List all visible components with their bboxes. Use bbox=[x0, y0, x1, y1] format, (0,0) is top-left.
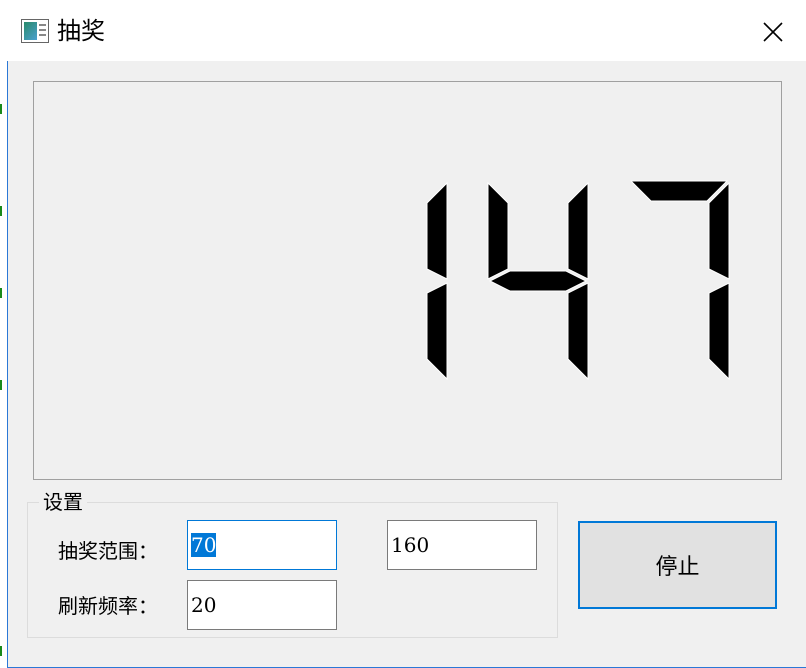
lcd-digit-2 bbox=[487, 181, 589, 381]
close-icon bbox=[763, 22, 783, 42]
refresh-label: 刷新频率： bbox=[58, 594, 158, 618]
background-window-edge bbox=[0, 0, 7, 668]
window-title: 抽奖 bbox=[57, 17, 105, 45]
lcd-digit-3 bbox=[629, 180, 730, 381]
app-window-icon bbox=[21, 19, 49, 43]
range-max-input[interactable]: 160 bbox=[387, 520, 537, 570]
close-button[interactable] bbox=[753, 14, 793, 50]
lcd-segment-b bbox=[708, 181, 730, 280]
range-label: 抽奖范围： bbox=[58, 539, 158, 563]
lcd-digit-1 bbox=[426, 181, 448, 381]
lcd-segment-c bbox=[708, 282, 730, 381]
settings-group-label: 设置 bbox=[39, 488, 87, 516]
range-min-input[interactable]: 70 bbox=[187, 520, 337, 570]
range-min-value: 70 bbox=[191, 533, 217, 557]
lcd-segment-f bbox=[487, 181, 509, 280]
stop-button[interactable]: 停止 bbox=[578, 521, 777, 609]
refresh-rate-input[interactable]: 20 bbox=[187, 580, 337, 630]
lcd-number-display bbox=[33, 81, 782, 480]
lcd-segment-b bbox=[426, 181, 448, 280]
lcd-digits bbox=[426, 180, 730, 381]
lcd-segment-g bbox=[488, 270, 588, 292]
lcd-segment-c bbox=[567, 282, 589, 381]
title-bar[interactable]: 抽奖 bbox=[7, 0, 806, 61]
lcd-segment-a bbox=[629, 180, 729, 202]
lcd-segment-b bbox=[567, 181, 589, 280]
lcd-segment-c bbox=[426, 282, 448, 381]
